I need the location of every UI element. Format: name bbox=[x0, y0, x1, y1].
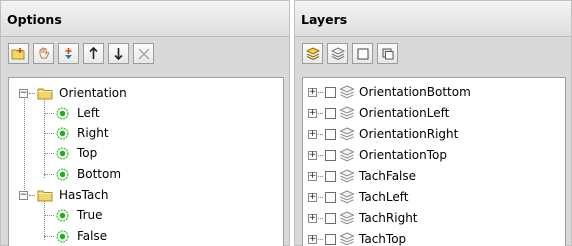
expand-icon[interactable]: + bbox=[308, 213, 317, 223]
layers-outline-button[interactable] bbox=[327, 43, 348, 64]
duplicate-button[interactable] bbox=[377, 43, 398, 64]
layer-row[interactable]: + TachTop bbox=[308, 229, 406, 246]
tree-item-label: False bbox=[77, 229, 108, 243]
layer-label: OrientationTop bbox=[359, 148, 447, 162]
layers-title: Layers bbox=[295, 1, 571, 37]
layer-checkbox[interactable] bbox=[325, 191, 336, 203]
layers-outline-icon bbox=[330, 47, 345, 60]
layers-icon bbox=[305, 47, 320, 60]
tree-connector bbox=[24, 96, 25, 198]
layers-panel: Layers + OrientationBottom + Orientation… bbox=[294, 0, 572, 246]
expand-icon[interactable]: + bbox=[308, 171, 317, 181]
move-up-button[interactable] bbox=[83, 43, 104, 64]
expand-icon[interactable]: + bbox=[308, 108, 317, 118]
delete-icon bbox=[138, 48, 149, 59]
layer-stack-icon bbox=[339, 127, 355, 141]
layer-checkbox[interactable] bbox=[325, 149, 336, 161]
tree-item[interactable]: Top bbox=[44, 143, 97, 163]
tree-item[interactable]: Bottom bbox=[44, 164, 121, 184]
layer-checkbox[interactable] bbox=[325, 233, 336, 245]
tree-group-orientation[interactable]: − Orientation bbox=[19, 83, 127, 103]
delete-button[interactable] bbox=[133, 43, 154, 64]
tree-item-label: True bbox=[77, 208, 103, 222]
layer-row[interactable]: + TachRight bbox=[308, 208, 418, 228]
layer-row[interactable]: + OrientationBottom bbox=[308, 82, 471, 102]
layer-row[interactable]: + TachLeft bbox=[308, 187, 408, 207]
expand-icon[interactable]: + bbox=[308, 150, 317, 160]
add-item-icon bbox=[65, 48, 72, 59]
tree-item-label: Right bbox=[77, 126, 109, 140]
layer-checkbox[interactable] bbox=[325, 128, 336, 140]
tree-group-label: HasTach bbox=[59, 188, 109, 202]
tree-item-label: Bottom bbox=[77, 167, 122, 181]
options-toolbar bbox=[1, 37, 289, 75]
arrow-down-icon bbox=[114, 48, 123, 60]
layer-stack-icon bbox=[339, 232, 355, 246]
tree-item[interactable]: Left bbox=[44, 103, 100, 123]
layer-label: TachRight bbox=[359, 211, 418, 225]
options-tree: − Orientation Left Right Top Bottom − Ha… bbox=[8, 77, 284, 246]
collapse-icon[interactable]: − bbox=[19, 190, 28, 200]
tree-group-label: Orientation bbox=[59, 86, 127, 100]
expand-icon[interactable]: + bbox=[308, 192, 317, 202]
layer-row[interactable]: + OrientationLeft bbox=[308, 103, 449, 123]
layer-checkbox[interactable] bbox=[325, 107, 336, 119]
options-panel: Options − Orientation Left Right Top Bot… bbox=[0, 0, 290, 246]
layers-toolbar bbox=[295, 37, 571, 75]
layer-label: TachFalse bbox=[359, 169, 417, 183]
layers-button[interactable] bbox=[302, 43, 323, 64]
hand-button[interactable] bbox=[33, 43, 54, 64]
layer-row[interactable]: + OrientationRight bbox=[308, 124, 458, 144]
layer-label: TachLeft bbox=[359, 190, 409, 204]
folder-icon bbox=[37, 88, 53, 100]
arrow-up-icon bbox=[89, 47, 98, 59]
radio-selected-icon bbox=[56, 147, 69, 159]
layers-tree: + OrientationBottom + OrientationLeft + Orien… bbox=[302, 77, 566, 246]
layer-stack-icon bbox=[339, 85, 355, 99]
radio-selected-icon bbox=[56, 107, 69, 119]
layer-label: OrientationBottom bbox=[359, 85, 471, 99]
move-down-button[interactable] bbox=[108, 43, 129, 64]
square-icon bbox=[357, 48, 368, 59]
layer-checkbox[interactable] bbox=[325, 170, 336, 182]
duplicate-icon bbox=[382, 48, 393, 59]
layer-stack-icon bbox=[339, 190, 355, 204]
layer-stack-icon bbox=[339, 106, 355, 120]
layer-stack-icon bbox=[339, 148, 355, 162]
expand-icon[interactable]: + bbox=[308, 234, 317, 244]
radio-selected-icon bbox=[56, 230, 69, 242]
layer-label: OrientationRight bbox=[359, 127, 459, 141]
radio-selected-icon bbox=[56, 209, 69, 221]
layer-row[interactable]: + TachFalse bbox=[308, 166, 416, 186]
layer-row[interactable]: + OrientationTop bbox=[308, 145, 447, 165]
add-item-button[interactable] bbox=[58, 43, 79, 64]
tree-group-hastach[interactable]: − HasTach bbox=[19, 185, 109, 205]
radio-selected-icon bbox=[56, 127, 69, 139]
collapse-icon[interactable]: − bbox=[19, 88, 28, 98]
square-button[interactable] bbox=[352, 43, 373, 64]
tree-item-label: Top bbox=[77, 146, 98, 160]
options-title: Options bbox=[1, 1, 289, 37]
tree-item[interactable]: False bbox=[44, 226, 107, 246]
radio-selected-icon bbox=[56, 168, 69, 180]
layer-checkbox[interactable] bbox=[325, 212, 336, 224]
layer-stack-icon bbox=[339, 169, 355, 183]
add-folder-icon bbox=[11, 48, 25, 60]
add-folder-button[interactable] bbox=[8, 43, 29, 64]
hand-icon bbox=[39, 47, 50, 59]
tree-item-label: Left bbox=[77, 106, 100, 120]
tree-item[interactable]: Right bbox=[44, 123, 109, 143]
expand-icon[interactable]: + bbox=[308, 129, 317, 139]
tree-item[interactable]: True bbox=[44, 205, 103, 225]
layer-checkbox[interactable] bbox=[325, 86, 336, 98]
layer-label: OrientationLeft bbox=[359, 106, 450, 120]
layer-label: TachTop bbox=[359, 232, 407, 246]
expand-icon[interactable]: + bbox=[308, 87, 317, 97]
folder-icon bbox=[37, 190, 53, 202]
layer-stack-icon bbox=[339, 211, 355, 225]
